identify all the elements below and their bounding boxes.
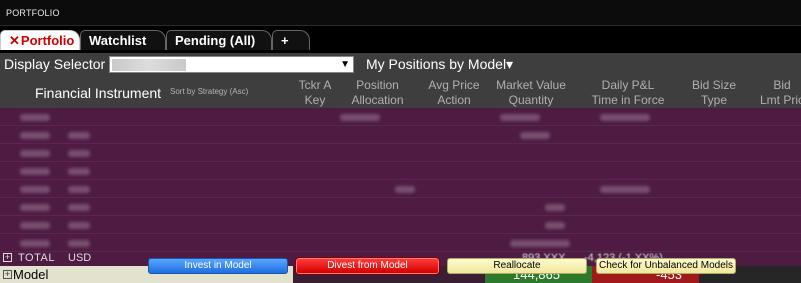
redacted-cell [600,114,650,121]
redacted-cell [20,186,50,193]
redacted-cell [20,150,50,157]
redacted-cell [395,186,415,193]
redacted-cell [340,114,380,121]
close-icon[interactable]: ✕ [9,33,20,48]
column-tckr-a[interactable]: Tckr A [290,78,340,92]
redacted-cell [68,186,90,193]
redacted-cell [68,204,90,211]
redacted-cell [20,168,50,175]
expand-icon[interactable]: + [3,270,12,279]
total-label: TOTAL [18,252,55,264]
divest-from-model-button[interactable]: Divest from Model [295,257,440,275]
redacted-cell [20,222,50,229]
reallocate-button[interactable]: Reallocate [447,258,587,274]
column-type[interactable]: Type [688,93,740,107]
display-selector-row: Display Selector ▼ My Positions by Model… [0,53,801,76]
sort-hint: Sort by Strategy (Asc) [170,87,249,96]
tab-bar: ✕Portfolio Watchlist Pending (All) + [0,26,801,53]
window-titlebar: PORTFOLIO [0,0,801,26]
redacted-cell [545,204,565,211]
positions-grid [0,108,801,258]
redacted-cell [68,222,90,229]
column-time-in-force[interactable]: Time in Force [574,93,682,107]
redacted-cell [520,132,550,139]
column-action[interactable]: Action [420,93,488,107]
column-lmt-price[interactable]: Lmt Pric [752,93,801,107]
column-quantity[interactable]: Quantity [490,93,572,107]
column-daily-pl[interactable]: Daily P&L [574,78,682,92]
check-unbalanced-models-button[interactable]: Check for Unbalanced Models [596,258,736,274]
table-row[interactable] [0,144,801,162]
column-market-value[interactable]: Market Value [490,78,572,92]
column-bid-size[interactable]: Bid Size [688,78,740,92]
redacted-cell [68,150,90,157]
column-financial-instrument[interactable]: Financial Instrument [35,85,161,101]
tab-watchlist[interactable]: Watchlist [80,30,166,50]
column-avg-price[interactable]: Avg Price [420,78,488,92]
redacted-cell [68,132,90,139]
redacted-cell [545,222,565,229]
display-selector-dropdown[interactable]: ▼ [109,56,354,73]
invest-in-model-button[interactable]: Invest in Model [148,258,288,274]
display-selector-label: Display Selector [4,56,106,72]
tab-label: Watchlist [89,33,147,48]
table-row[interactable] [0,126,801,144]
redacted-cell [68,168,90,175]
column-allocation[interactable]: Allocation [345,93,410,107]
add-tab-button[interactable]: + [272,30,310,50]
column-position[interactable]: Position [345,78,410,92]
tab-portfolio[interactable]: ✕Portfolio [0,30,80,50]
redacted-cell [500,114,540,121]
redacted-cell [20,132,50,139]
table-row[interactable] [0,198,801,216]
expand-icon[interactable]: + [3,253,12,262]
tab-label: Pending (All) [175,33,256,48]
column-key[interactable]: Key [290,93,340,107]
column-header: Financial Instrument Sort by Strategy (A… [0,76,801,108]
tab-pending-all[interactable]: Pending (All) [166,30,272,50]
chevron-down-icon[interactable]: ▼ [340,59,350,70]
plus-icon: + [281,33,289,48]
redacted-cell [20,240,50,247]
window-title: PORTFOLIO [6,8,60,18]
redacted-cell [20,114,50,121]
table-row[interactable] [0,162,801,180]
model-label: Model [13,267,49,282]
redacted-cell [68,240,90,247]
selector-value [112,59,186,71]
table-row[interactable] [0,180,801,198]
redacted-cell [600,186,650,193]
positions-view-dropdown[interactable]: My Positions by Model▾ [366,56,513,73]
column-bid[interactable]: Bid [752,78,801,92]
table-row[interactable] [0,216,801,234]
redacted-cell [510,240,570,247]
total-currency: USD [68,252,92,264]
redacted-cell [20,204,50,211]
table-row[interactable] [0,108,801,126]
table-row[interactable] [0,234,801,252]
tab-label: Portfolio [20,33,75,48]
